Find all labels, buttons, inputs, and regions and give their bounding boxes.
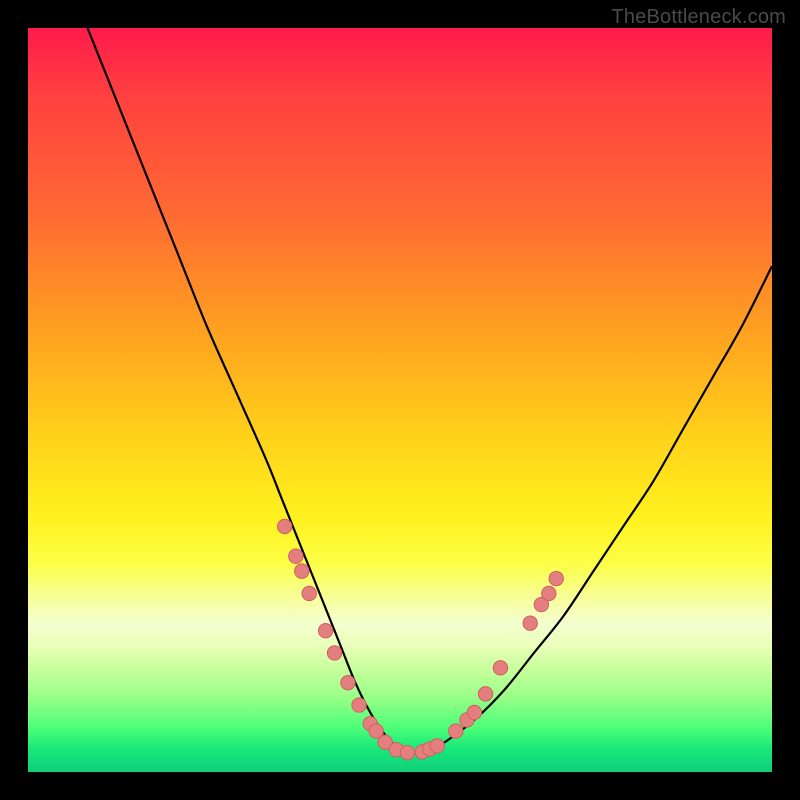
data-marker: [352, 698, 366, 712]
data-marker: [289, 549, 303, 563]
data-marker: [295, 564, 309, 578]
data-marker: [523, 616, 537, 630]
data-marker: [478, 687, 492, 701]
watermark-text: TheBottleneck.com: [611, 6, 786, 29]
data-marker: [549, 571, 563, 585]
data-marker: [467, 705, 481, 719]
markers-svg: [28, 28, 772, 772]
data-marker: [400, 745, 414, 759]
data-marker: [449, 724, 463, 738]
data-marker: [341, 676, 355, 690]
data-marker: [318, 623, 332, 637]
plot-area: [28, 28, 772, 772]
data-marker: [493, 661, 507, 675]
chart-frame: TheBottleneck.com: [0, 0, 800, 800]
data-marker: [277, 519, 291, 533]
data-marker: [542, 586, 556, 600]
data-marker: [327, 646, 341, 660]
markers-group: [277, 519, 563, 760]
data-marker: [430, 739, 444, 753]
data-marker: [302, 586, 316, 600]
